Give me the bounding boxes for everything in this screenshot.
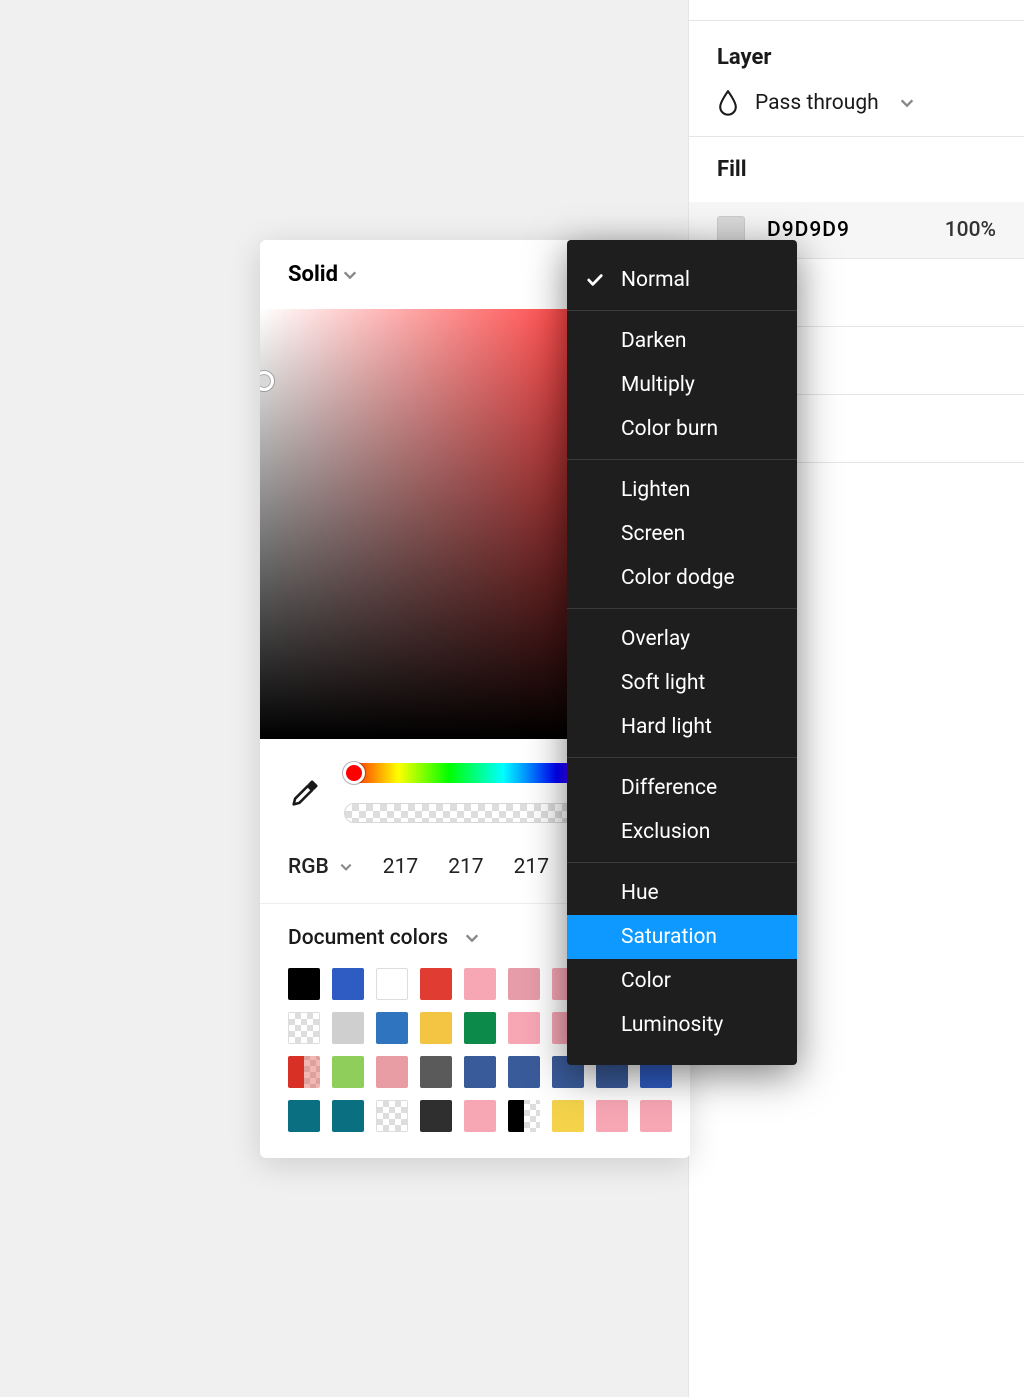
color-swatch[interactable] bbox=[464, 968, 496, 1000]
color-swatch[interactable] bbox=[464, 1012, 496, 1044]
blend-mode-option[interactable]: Color dodge bbox=[567, 556, 797, 600]
fill-hex-value[interactable]: D9D9D9 bbox=[767, 218, 923, 242]
blend-mode-option-label: Saturation bbox=[621, 925, 717, 949]
blend-mode-option-label: Color dodge bbox=[621, 566, 735, 590]
color-swatch[interactable] bbox=[288, 1012, 320, 1044]
color-swatch[interactable] bbox=[288, 1100, 320, 1132]
chevron-down-icon bbox=[342, 267, 358, 283]
color-swatch[interactable] bbox=[508, 1100, 540, 1132]
blend-mode-option[interactable]: Color bbox=[567, 959, 797, 1003]
blend-mode-option-label: Soft light bbox=[621, 671, 705, 695]
blend-mode-option[interactable]: Color burn bbox=[567, 407, 797, 451]
blend-mode-option-label: Lighten bbox=[621, 478, 690, 502]
color-swatch[interactable] bbox=[332, 1100, 364, 1132]
color-swatch[interactable] bbox=[288, 1056, 320, 1088]
blend-mode-dropdown: Normal Darken Multiply Color burn Lighten Scr… bbox=[567, 240, 797, 1065]
blend-mode-option[interactable]: Multiply bbox=[567, 363, 797, 407]
color-swatch[interactable] bbox=[420, 1100, 452, 1132]
color-swatch[interactable] bbox=[508, 1056, 540, 1088]
blend-mode-option-label: Hue bbox=[621, 881, 659, 905]
chevron-down-icon bbox=[464, 930, 480, 946]
layer-section-title: Layer bbox=[717, 45, 996, 70]
color-swatch[interactable] bbox=[420, 968, 452, 1000]
blend-mode-option[interactable]: Difference bbox=[567, 766, 797, 810]
blend-mode-option-label: Overlay bbox=[621, 627, 690, 651]
blend-mode-option-label: Multiply bbox=[621, 373, 695, 397]
color-g-value[interactable]: 217 bbox=[448, 855, 483, 879]
blend-mode-option-label: Luminosity bbox=[621, 1013, 723, 1037]
blend-mode-option-label: Color burn bbox=[621, 417, 718, 441]
layer-section: Layer Pass through bbox=[689, 20, 1024, 137]
color-swatch[interactable] bbox=[420, 1056, 452, 1088]
chevron-down-icon bbox=[899, 95, 915, 111]
saturation-field-cursor[interactable] bbox=[260, 371, 274, 391]
color-swatch[interactable] bbox=[376, 968, 408, 1000]
color-swatch[interactable] bbox=[552, 1100, 584, 1132]
color-swatch[interactable] bbox=[376, 1100, 408, 1132]
color-swatch[interactable] bbox=[596, 1100, 628, 1132]
blend-mode-option-label: Normal bbox=[621, 268, 690, 292]
fill-section-title: Fill bbox=[717, 157, 996, 182]
color-swatch[interactable] bbox=[332, 968, 364, 1000]
blend-mode-option[interactable]: Hue bbox=[567, 871, 797, 915]
blend-mode-option-label: Color bbox=[621, 969, 671, 993]
droplet-icon bbox=[717, 90, 739, 116]
color-swatch[interactable] bbox=[376, 1056, 408, 1088]
layer-blend-mode-select[interactable]: Pass through bbox=[717, 90, 996, 116]
blend-mode-option[interactable]: Soft light bbox=[567, 661, 797, 705]
blend-mode-option-label: Screen bbox=[621, 522, 685, 546]
blend-mode-option[interactable]: Darken bbox=[567, 319, 797, 363]
color-swatch[interactable] bbox=[464, 1100, 496, 1132]
color-swatch[interactable] bbox=[420, 1012, 452, 1044]
blend-mode-option[interactable]: Exclusion bbox=[567, 810, 797, 854]
check-icon bbox=[585, 270, 605, 290]
blend-mode-option[interactable]: Overlay bbox=[567, 617, 797, 661]
blend-mode-option-label: Darken bbox=[621, 329, 687, 353]
color-mode-select[interactable]: RGB bbox=[288, 855, 353, 879]
fill-type-label: Solid bbox=[288, 262, 338, 287]
blend-mode-option[interactable]: Normal bbox=[567, 258, 797, 302]
color-b-value[interactable]: 217 bbox=[514, 855, 549, 879]
color-swatch[interactable] bbox=[376, 1012, 408, 1044]
blend-mode-option-label: Difference bbox=[621, 776, 717, 800]
document-colors-label: Document colors bbox=[288, 926, 448, 950]
color-swatch[interactable] bbox=[332, 1056, 364, 1088]
blend-mode-option[interactable]: Luminosity bbox=[567, 1003, 797, 1047]
color-swatch[interactable] bbox=[332, 1012, 364, 1044]
hue-slider-knob[interactable] bbox=[343, 762, 365, 784]
color-r-value[interactable]: 217 bbox=[383, 855, 418, 879]
blend-mode-option-label: Hard light bbox=[621, 715, 712, 739]
blend-mode-option[interactable]: Hard light bbox=[567, 705, 797, 749]
blend-mode-option[interactable]: Lighten bbox=[567, 468, 797, 512]
color-swatch[interactable] bbox=[464, 1056, 496, 1088]
color-swatch[interactable] bbox=[640, 1100, 672, 1132]
layer-blend-mode-value: Pass through bbox=[755, 91, 879, 115]
blend-mode-option[interactable]: Saturation bbox=[567, 915, 797, 959]
blend-mode-option-label: Exclusion bbox=[621, 820, 710, 844]
chevron-down-icon bbox=[339, 860, 353, 874]
color-swatch[interactable] bbox=[508, 968, 540, 1000]
color-swatch[interactable] bbox=[508, 1012, 540, 1044]
color-mode-label: RGB bbox=[288, 855, 329, 879]
eyedropper-icon[interactable] bbox=[288, 776, 322, 810]
blend-mode-option[interactable]: Screen bbox=[567, 512, 797, 556]
fill-opacity-value[interactable]: 100% bbox=[945, 218, 996, 242]
color-swatch[interactable] bbox=[288, 968, 320, 1000]
